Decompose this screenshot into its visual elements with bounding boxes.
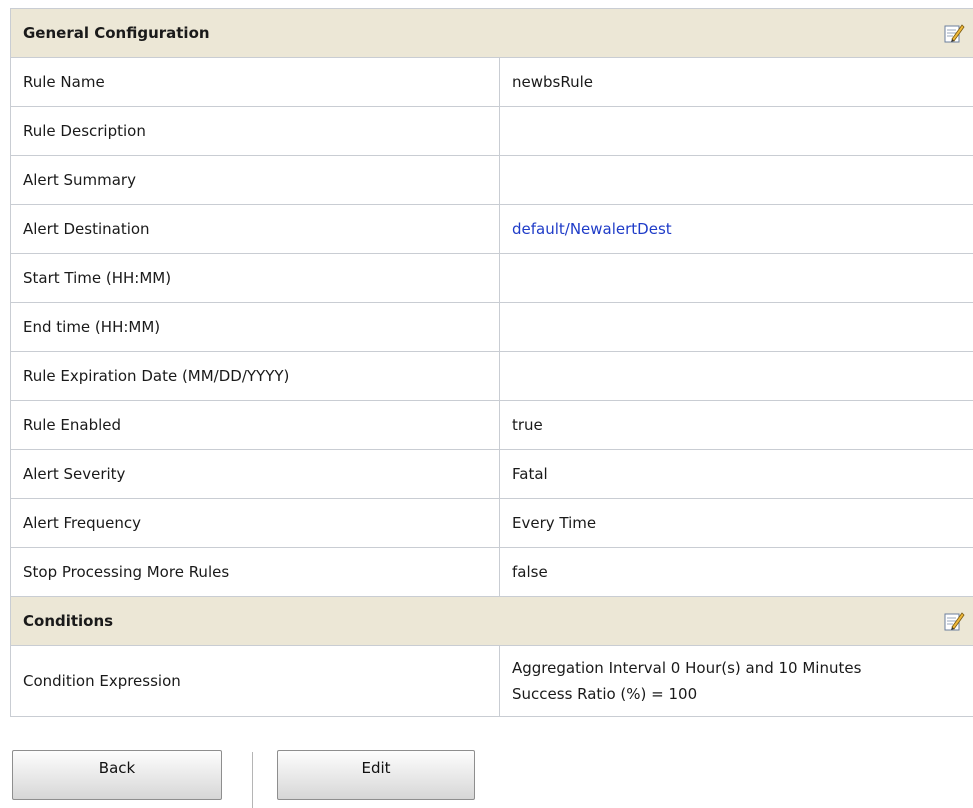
row-alert-destination: Alert Destination default/NewalertDest [10, 204, 973, 254]
row-alert-severity: Alert Severity Fatal [10, 449, 973, 499]
section-title: General Configuration [23, 24, 210, 42]
row-rule-expiration-date: Rule Expiration Date (MM/DD/YYYY) [10, 351, 973, 401]
field-label: Alert Destination [10, 204, 500, 254]
field-value: Every Time [499, 498, 973, 548]
field-label: Condition Expression [10, 645, 500, 717]
condition-line-2: Success Ratio (%) = 100 [512, 685, 698, 703]
field-label: Alert Frequency [10, 498, 500, 548]
row-condition-expression: Condition Expression Aggregation Interva… [10, 645, 973, 717]
row-start-time: Start Time (HH:MM) [10, 253, 973, 303]
alert-destination-link[interactable]: default/NewalertDest [512, 220, 672, 238]
field-value [499, 106, 973, 156]
field-value: Fatal [499, 449, 973, 499]
row-alert-frequency: Alert Frequency Every Time [10, 498, 973, 548]
field-label: Rule Expiration Date (MM/DD/YYYY) [10, 351, 500, 401]
row-rule-description: Rule Description [10, 106, 973, 156]
condition-line-1: Aggregation Interval 0 Hour(s) and 10 Mi… [512, 659, 862, 677]
field-label: Alert Summary [10, 155, 500, 205]
field-value [499, 155, 973, 205]
general-configuration-header: General Configuration [10, 8, 973, 58]
section-title: Conditions [23, 612, 114, 630]
field-label: Rule Description [10, 106, 500, 156]
field-value: Aggregation Interval 0 Hour(s) and 10 Mi… [499, 645, 973, 717]
field-label: Rule Name [10, 57, 500, 107]
edit-pencil-icon[interactable] [943, 22, 965, 44]
edit-button[interactable]: Edit [277, 750, 475, 800]
field-value [499, 351, 973, 401]
row-alert-summary: Alert Summary [10, 155, 973, 205]
field-value: false [499, 547, 973, 597]
button-separator [252, 752, 253, 808]
field-label: Rule Enabled [10, 400, 500, 450]
row-end-time: End time (HH:MM) [10, 302, 973, 352]
back-button[interactable]: Back [12, 750, 222, 800]
field-value: true [499, 400, 973, 450]
row-stop-processing: Stop Processing More Rules false [10, 547, 973, 597]
field-label: End time (HH:MM) [10, 302, 500, 352]
field-value [499, 302, 973, 352]
field-label: Alert Severity [10, 449, 500, 499]
row-rule-enabled: Rule Enabled true [10, 400, 973, 450]
rule-config-table: General Configuration Rule Name newbsRul… [10, 8, 973, 717]
field-value: newbsRule [499, 57, 973, 107]
field-label: Stop Processing More Rules [10, 547, 500, 597]
row-rule-name: Rule Name newbsRule [10, 57, 973, 107]
field-label: Start Time (HH:MM) [10, 253, 500, 303]
conditions-header: Conditions [10, 596, 973, 646]
edit-pencil-icon[interactable] [943, 610, 965, 632]
action-bar: Back Edit [12, 750, 712, 808]
field-value [499, 253, 973, 303]
